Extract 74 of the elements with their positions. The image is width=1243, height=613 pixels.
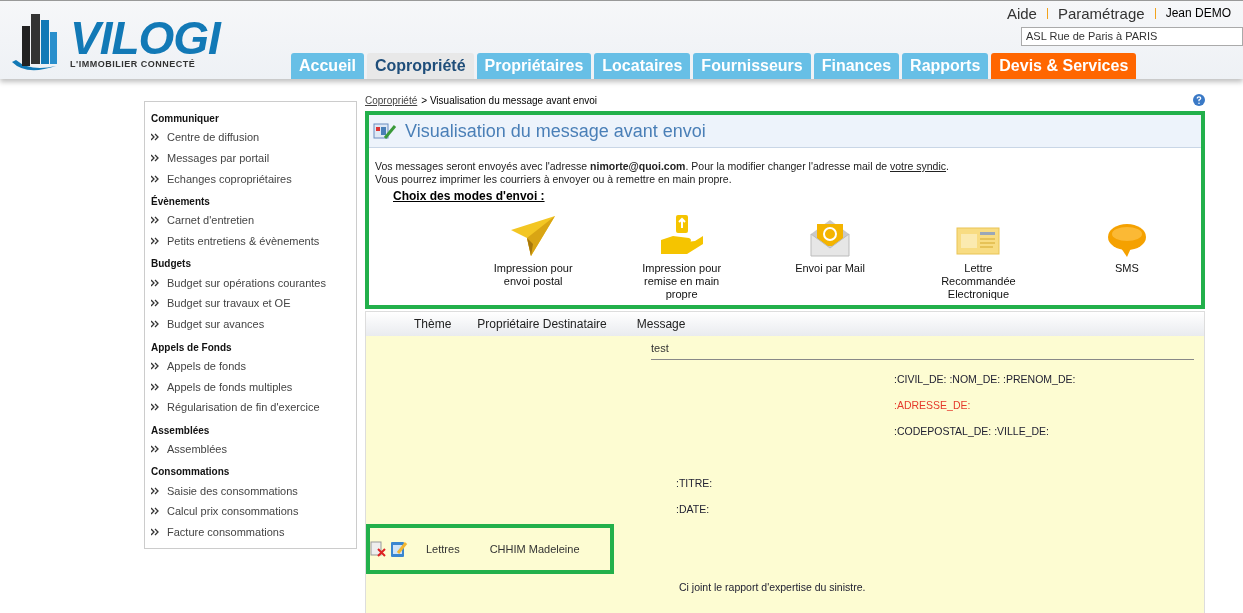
sidebar-link[interactable]: Budget sur travaux et OE [167, 293, 291, 314]
sidebar-link[interactable]: Carnet d'entretien [167, 210, 255, 231]
property-field[interactable]: ASL Rue de Paris à PARIS [1021, 27, 1243, 46]
double-chevron-icon [151, 361, 159, 370]
send-mode-label[interactable]: SMS [1074, 262, 1179, 275]
message-line: Ci joint le rapport d'expertise du sinistre. [679, 581, 866, 593]
sidebar-link[interactable]: Budget sur opérations courantes [167, 272, 326, 293]
letter-icon[interactable] [955, 224, 1002, 258]
double-chevron-icon [151, 444, 159, 453]
sms-bubble-icon[interactable] [1106, 222, 1147, 258]
sidebar-link[interactable]: Appels de fonds [167, 355, 246, 376]
sidebar-link[interactable]: Saisie des consommations [167, 480, 298, 501]
double-chevron-icon [151, 403, 159, 412]
user-name[interactable]: Jean DEMO [1165, 6, 1231, 20]
double-chevron-icon [151, 154, 159, 163]
edit-icon[interactable] [390, 540, 408, 558]
message-line: :TITRE: [676, 477, 713, 489]
sidebar-link[interactable]: Régularisation de fin d'exercice [167, 397, 320, 418]
sidebar-heading: Consommations [151, 465, 231, 480]
column-header: Thème [414, 317, 452, 331]
send-mode-label[interactable]: Impression pour envoi postal [481, 262, 586, 288]
sidebar-link[interactable]: Messages par portail [167, 148, 270, 169]
sidebar-link[interactable]: Budget sur avances [167, 314, 265, 335]
sidebar-link[interactable]: Calcul prix consommations [167, 501, 299, 522]
double-chevron-icon [151, 133, 159, 142]
sidebar-link[interactable]: Facture consommations [167, 521, 285, 542]
header-link[interactable]: Aide [1006, 4, 1037, 22]
column-header: Message [636, 317, 686, 331]
preview-tools-icon [373, 121, 397, 141]
sidebar-heading: Évènements [151, 194, 211, 210]
double-chevron-icon [151, 216, 159, 225]
help-icon[interactable] [1193, 94, 1205, 106]
header-link[interactable]: Paramétrage [1057, 4, 1145, 22]
column-header: Propriétaire Destinataire [477, 317, 607, 331]
message-subject: test [651, 342, 1194, 360]
double-chevron-icon [151, 278, 159, 287]
delete-doc-icon[interactable] [370, 541, 386, 557]
message-line: :CODEPOSTAL_DE: :VILLE_DE: [894, 425, 1050, 437]
double-chevron-icon [151, 237, 159, 246]
info-text: Vous pourrez imprimer les courriers à envoyer ou à remettre en main propre. [375, 173, 733, 186]
double-chevron-icon [151, 174, 159, 183]
sidebar-link[interactable]: Petits entretiens & évènements [167, 231, 320, 252]
panel-title: Visualisation du message avant envoi [405, 120, 706, 142]
sidebar-heading: Appels de Fonds [151, 340, 233, 355]
send-mode-label[interactable]: Envoi par Mail [778, 262, 882, 275]
double-chevron-icon [151, 299, 159, 308]
send-mode-label[interactable]: Lettre Recommandée Electronique [926, 262, 1031, 301]
modes-heading: Choix des modes d'envoi : [393, 189, 545, 203]
paper-plane-icon[interactable] [509, 214, 558, 258]
sidebar-heading: Budgets [151, 257, 192, 272]
breadcrumb-link[interactable]: Copropriété [365, 94, 418, 106]
sidebar-link[interactable]: Centre de diffusion [167, 127, 260, 148]
double-chevron-icon [151, 486, 159, 495]
nav-tab[interactable]: Copropriété [366, 53, 474, 79]
info-text: Vos messages seront envoyés avec l'adresse nimorte@quoi.com. Pour la modifier changer l'adresse mail de votre syndic. [375, 160, 950, 173]
sidebar-heading: Communiquer [151, 112, 220, 126]
sidebar-link[interactable]: Assemblées [167, 438, 227, 459]
theme-cell: Lettres [426, 543, 460, 555]
logo-title: VILOGI [70, 17, 220, 59]
breadcrumb-current: > Visualisation du message avant envoi [421, 94, 598, 106]
recipient-cell: CHHIM Madeleine [489, 543, 580, 555]
double-chevron-icon [151, 382, 159, 391]
sidebar-heading: Assemblées [151, 423, 211, 438]
send-mode-label[interactable]: Impression pour remise en main propre [629, 262, 734, 301]
double-chevron-icon [151, 507, 159, 516]
message-line: :DATE: [676, 503, 710, 515]
double-chevron-icon [151, 320, 159, 329]
sidebar-link[interactable]: Echanges copropriétaires [167, 168, 292, 189]
double-chevron-icon [151, 527, 159, 536]
envelope-icon[interactable] [810, 218, 850, 258]
message-line: :CIVIL_DE: :NOM_DE: :PRENOM_DE: [894, 373, 1076, 385]
logo-tagline: L'IMMOBILIER CONNECTÉ [70, 59, 197, 69]
sidebar-link[interactable]: Appels de fonds multiples [167, 376, 293, 397]
message-line: :ADRESSE_DE: [894, 399, 971, 411]
